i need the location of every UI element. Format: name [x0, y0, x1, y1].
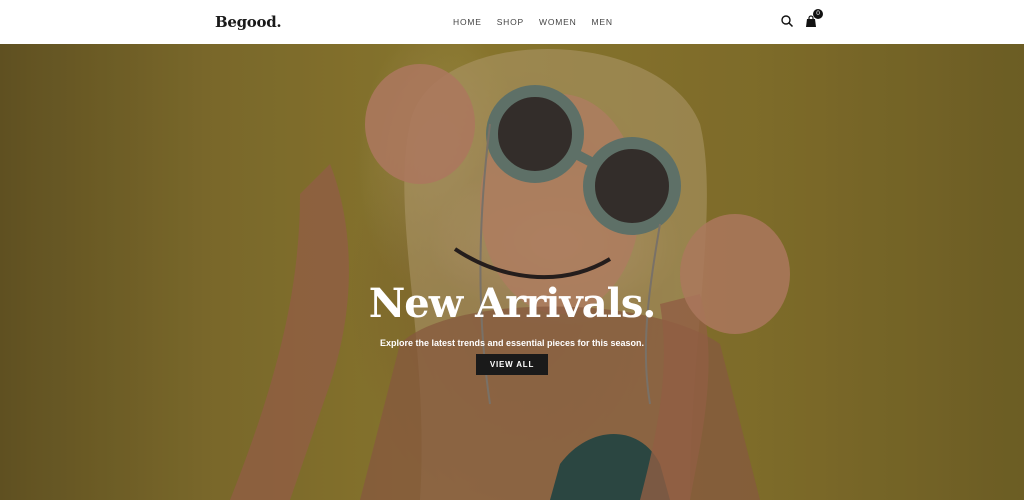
nav-shop[interactable]: SHOP: [497, 17, 524, 27]
site-header: Begood. HOME SHOP WOMEN MEN 0: [0, 0, 1024, 44]
hero-background-photo: [230, 49, 790, 500]
hero-subtitle: Explore the latest trends and essential …: [379, 338, 645, 348]
nav-home[interactable]: HOME: [453, 17, 482, 27]
brand-logo[interactable]: Begood.: [215, 13, 282, 31]
shopping-bag-icon[interactable]: 0: [804, 9, 823, 28]
hero-content: New Arrivals. Explore the latest trends …: [0, 284, 1024, 375]
header-icons: 0: [780, 9, 823, 28]
hero-banner: New Arrivals. Explore the latest trends …: [0, 44, 1024, 500]
cart-count-badge: 0: [813, 9, 823, 19]
hero-title: New Arrivals.: [368, 280, 657, 327]
view-all-button[interactable]: VIEW ALL: [475, 354, 549, 375]
search-icon[interactable]: [780, 14, 794, 28]
main-nav: HOME SHOP WOMEN MEN: [453, 17, 628, 27]
nav-women[interactable]: WOMEN: [539, 17, 577, 27]
nav-men[interactable]: MEN: [592, 17, 613, 27]
